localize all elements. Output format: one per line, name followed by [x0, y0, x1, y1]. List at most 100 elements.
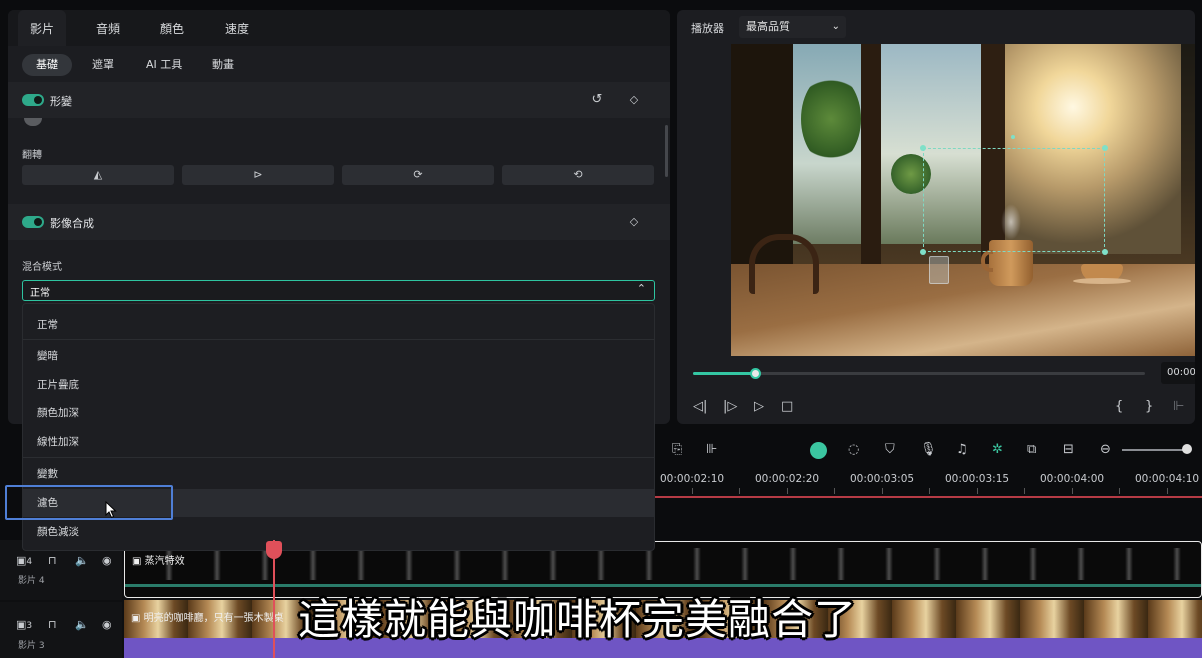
subtab-mask[interactable]: 遮罩 — [78, 54, 128, 76]
lock-icon[interactable]: ⊓ — [48, 554, 57, 567]
ruler-tick — [1024, 488, 1025, 494]
tab-speed[interactable]: 速度 — [213, 10, 261, 46]
compositing-title: 影像合成 — [50, 217, 94, 230]
quality-value: 最高品質 — [746, 20, 790, 33]
keyframe-diamond-icon[interactable]: ◇ — [626, 92, 642, 108]
ruler-tick — [977, 488, 978, 494]
ruler-tick — [1072, 488, 1073, 494]
speed-ramp-icon[interactable]: ◌ — [848, 442, 859, 457]
audio-stretch-icon[interactable]: ⧉ — [1027, 442, 1036, 457]
blend-option-darken[interactable]: 變暗 — [23, 342, 654, 370]
clip-title-text: 明亮的咖啡廳，只有一張木製桌 — [143, 613, 284, 624]
mark-out-icon[interactable]: } — [1145, 399, 1153, 414]
lock-icon[interactable]: ⊓ — [48, 618, 57, 631]
keyframe-panel-icon[interactable]: ⊪ — [706, 442, 717, 457]
eye-icon[interactable]: ◉ — [102, 618, 112, 631]
compositing-toggle[interactable] — [22, 216, 44, 228]
stop-icon[interactable]: □ — [781, 399, 793, 414]
blend-option-multiply[interactable]: 正片疊底 — [23, 371, 654, 399]
quality-select[interactable]: 最高品質 ⌄ — [739, 16, 846, 38]
rotate-handle[interactable] — [1011, 135, 1015, 139]
subtab-basic[interactable]: 基礎 — [22, 54, 72, 76]
timeline-zoom-slider[interactable] — [1122, 449, 1184, 451]
blend-mode-select[interactable]: 正常 ⌃ — [22, 280, 655, 301]
subtab-animation[interactable]: 動畫 — [198, 54, 248, 76]
selection-handle[interactable] — [1102, 249, 1108, 255]
transform-selection-box[interactable] — [923, 148, 1105, 252]
chevron-up-icon: ⌃ — [636, 282, 646, 295]
play-icon[interactable]: ▷ — [754, 399, 764, 414]
flip-horizontal-button[interactable]: ◭ — [22, 165, 174, 185]
scrubber-handle[interactable] — [750, 368, 761, 379]
blend-option-color-burn[interactable]: 顏色加深 — [23, 399, 654, 427]
transform-section-header: 形變 ↺ ◇ — [8, 82, 670, 118]
blend-option-normal[interactable]: 正常 — [23, 311, 654, 339]
eye-icon[interactable]: ◉ — [102, 554, 112, 567]
timeline-ruler[interactable]: 00:00:02:10 00:00:02:20 00:00:03:05 00:0… — [655, 468, 1202, 496]
timeline-work-area-line — [655, 496, 1202, 498]
ai-mate-icon[interactable] — [810, 442, 827, 459]
clip-thumbnails — [125, 548, 1201, 580]
fit-icon[interactable]: ⊟ — [1063, 442, 1074, 457]
selection-handle[interactable] — [1102, 145, 1108, 151]
saucer — [1073, 278, 1131, 284]
player-panel: 播放器 最高品質 ⌄ 00:00 ◁| |▷ ▷ □ {} ⊩ — [677, 10, 1195, 424]
blend-option-lighten[interactable]: 變數 — [23, 460, 654, 488]
compositing-section-header: 影像合成 ◇ — [8, 204, 670, 240]
panel-scrollbar[interactable] — [665, 125, 668, 177]
ruler-label: 00:00:02:20 — [755, 473, 820, 485]
tab-color[interactable]: 顏色 — [148, 10, 196, 46]
ruler-label: 00:00:04:10 — [1135, 473, 1200, 485]
transform-toggle[interactable] — [22, 94, 44, 106]
slider-knob-partial[interactable] — [24, 118, 42, 126]
flip-vertical-button[interactable]: ⊳ — [182, 165, 334, 185]
sub-tabs: 基礎 遮罩 AI 工具 動畫 — [8, 46, 670, 82]
rotate-right-button[interactable]: ⟳ — [342, 165, 494, 185]
volume-icon[interactable]: 🔈 — [75, 618, 89, 631]
ruler-tick — [692, 488, 693, 494]
reset-icon[interactable]: ↺ — [589, 92, 605, 108]
dropdown-divider — [23, 457, 654, 458]
auto-caption-icon[interactable]: ⎘ — [672, 442, 682, 457]
more-icon[interactable]: ⊩ — [1173, 399, 1184, 414]
tab-audio[interactable]: 音頻 — [84, 10, 132, 46]
music-icon[interactable]: ♫ — [956, 442, 968, 457]
clip-title: ▣ 明亮的咖啡廳，只有一張木製桌 — [131, 613, 284, 624]
scrubber-progress — [693, 372, 755, 375]
selection-handle[interactable] — [920, 145, 926, 151]
plant-foliage — [801, 74, 861, 164]
mark-in-icon[interactable]: { — [1115, 399, 1123, 414]
snap-icon[interactable]: ✲ — [992, 442, 1003, 457]
ruler-label: 00:00:02:10 — [660, 473, 725, 485]
video-preview[interactable] — [731, 44, 1195, 356]
track-number: 4 — [26, 557, 33, 567]
microphone-icon[interactable]: 🎙 — [920, 442, 937, 457]
clip-title-text: 蒸汽特效 — [144, 556, 185, 567]
timeline-zoom-handle[interactable] — [1182, 444, 1192, 454]
clip-title: ▣ 蒸汽特效 — [132, 556, 185, 567]
keyframe-diamond-icon[interactable]: ◇ — [626, 214, 642, 230]
dropdown-divider — [23, 339, 654, 340]
chair — [749, 234, 819, 294]
blend-option-linear-burn[interactable]: 線性加深 — [23, 428, 654, 456]
volume-icon[interactable]: 🔈 — [75, 554, 89, 567]
player-label: 播放器 — [691, 22, 724, 35]
video-subtitle: 這樣就能與咖啡杯完美融合了 — [298, 595, 858, 644]
marker-icon[interactable]: ⛉ — [885, 442, 895, 457]
zoom-out-icon[interactable]: ⊖ — [1100, 442, 1111, 457]
ruler-label: 00:00:03:05 — [850, 473, 915, 485]
ruler-tick — [929, 488, 930, 494]
tab-video[interactable]: 影片 — [18, 10, 66, 46]
water-glass — [929, 256, 949, 284]
blend-option-color-dodge[interactable]: 顏色減淡 — [23, 518, 654, 546]
playhead[interactable] — [273, 540, 275, 658]
rotate-right-icon: ⟳ — [413, 168, 423, 181]
next-frame-icon[interactable]: |▷ — [723, 399, 737, 414]
rotate-left-button[interactable]: ⟲ — [502, 165, 654, 185]
video-track-icon: ▣4 — [16, 554, 33, 567]
selection-handle[interactable] — [920, 249, 926, 255]
prev-frame-icon[interactable]: ◁| — [693, 399, 707, 414]
track-number: 3 — [26, 621, 33, 631]
ruler-label: 00:00:03:15 — [945, 473, 1010, 485]
subtab-ai-tools[interactable]: AI 工具 — [132, 54, 196, 76]
